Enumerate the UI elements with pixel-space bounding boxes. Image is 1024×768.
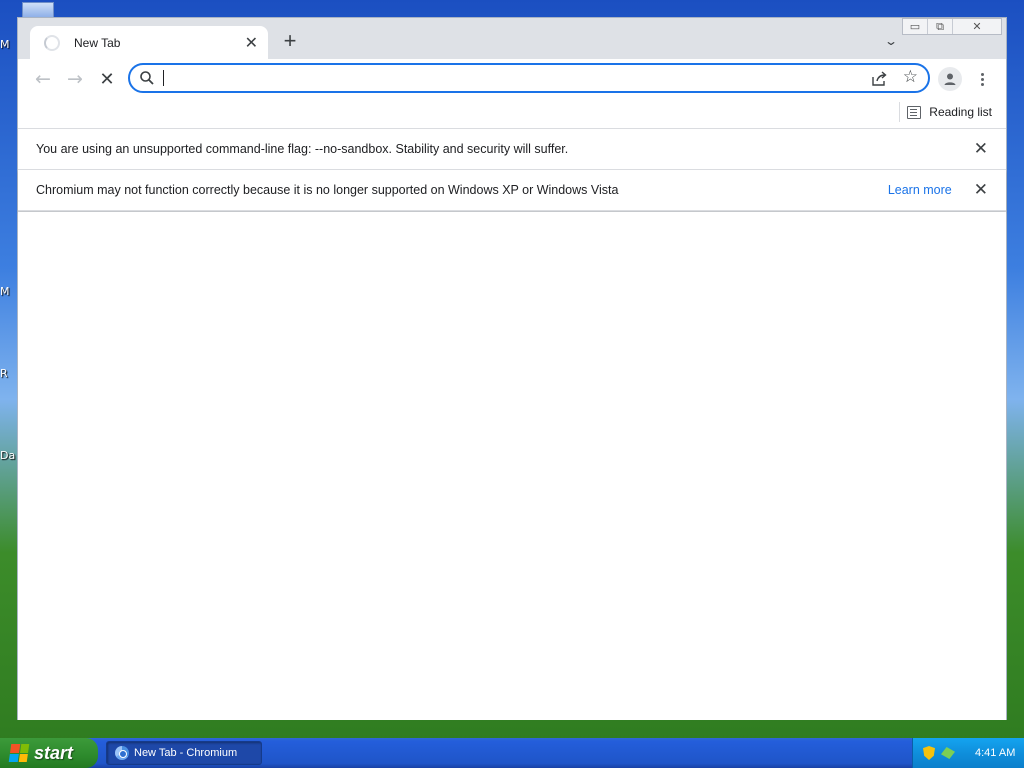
tab-strip: New Tab ✕ + ⌄ ▭ ⧉ ✕ xyxy=(18,18,1006,59)
forward-button[interactable]: → xyxy=(63,67,87,91)
desktop-icon-label[interactable]: R xyxy=(0,367,16,380)
window-controls: ▭ ⧉ ✕ xyxy=(902,18,1002,35)
menu-icon[interactable] xyxy=(974,67,990,91)
new-tab-button[interactable]: + xyxy=(279,28,301,53)
profile-button[interactable] xyxy=(938,67,962,91)
loading-spinner-icon xyxy=(44,34,60,51)
divider xyxy=(899,102,900,122)
infobar-message: You are using an unsupported command-lin… xyxy=(36,142,569,156)
infobar-unsupported-os: Chromium may not function correctly beca… xyxy=(18,170,1006,211)
close-window-button[interactable]: ✕ xyxy=(953,19,1001,34)
start-button[interactable]: start xyxy=(0,738,98,768)
bookmarks-bar: Reading list xyxy=(18,99,1006,129)
infobar-close-icon[interactable]: ✕ xyxy=(974,139,988,159)
reading-list-icon xyxy=(907,105,922,119)
desktop-icon[interactable] xyxy=(22,2,54,18)
windows-logo-icon xyxy=(8,744,30,762)
search-icon xyxy=(140,71,154,85)
address-input[interactable] xyxy=(162,68,852,88)
tab-title: New Tab xyxy=(74,35,121,50)
browser-window: New Tab ✕ + ⌄ ▭ ⧉ ✕ ← → ✕ ☆ Reading list… xyxy=(17,17,1007,720)
address-bar[interactable]: ☆ xyxy=(128,63,930,93)
chromium-icon xyxy=(115,746,129,760)
shield-icon[interactable] xyxy=(923,746,935,760)
infobar-close-icon[interactable]: ✕ xyxy=(974,180,988,200)
taskbar-item-label: New Tab - Chromium xyxy=(134,747,238,759)
stop-button[interactable]: ✕ xyxy=(95,67,119,91)
profile-icon xyxy=(944,73,956,85)
system-tray: 4:41 AM xyxy=(912,738,1024,768)
star-icon[interactable]: ☆ xyxy=(903,67,918,87)
tab-new-tab[interactable]: New Tab ✕ xyxy=(30,26,268,59)
desktop-icon-label[interactable]: M xyxy=(0,38,16,51)
reading-list-label: Reading list xyxy=(929,105,992,119)
tab-search-button[interactable]: ⌄ xyxy=(884,34,898,48)
learn-more-link[interactable]: Learn more xyxy=(888,183,952,197)
infobar-sandbox-warning: You are using an unsupported command-lin… xyxy=(18,129,1006,170)
tab-close-icon[interactable]: ✕ xyxy=(245,34,258,51)
infobar-message: Chromium may not function correctly beca… xyxy=(36,183,619,197)
toolbar: ← → ✕ ☆ xyxy=(18,59,1006,99)
page-content[interactable] xyxy=(18,212,1006,720)
desktop-icon-label[interactable]: Da xyxy=(0,449,16,462)
minimize-button[interactable]: ▭ xyxy=(903,19,928,34)
taskbar: start New Tab - Chromium 4:41 AM xyxy=(0,738,1024,768)
taskbar-item-chromium[interactable]: New Tab - Chromium xyxy=(106,741,262,765)
text-caret xyxy=(163,70,164,86)
restore-button[interactable]: ⧉ xyxy=(928,19,953,34)
network-icon[interactable] xyxy=(941,747,955,759)
clock[interactable]: 4:41 AM xyxy=(975,747,1015,759)
desktop-icon-label[interactable]: M xyxy=(0,285,16,298)
share-icon[interactable] xyxy=(870,70,888,88)
back-button[interactable]: ← xyxy=(31,67,55,91)
start-label: start xyxy=(34,742,74,763)
reading-list-button[interactable]: Reading list xyxy=(907,101,992,123)
